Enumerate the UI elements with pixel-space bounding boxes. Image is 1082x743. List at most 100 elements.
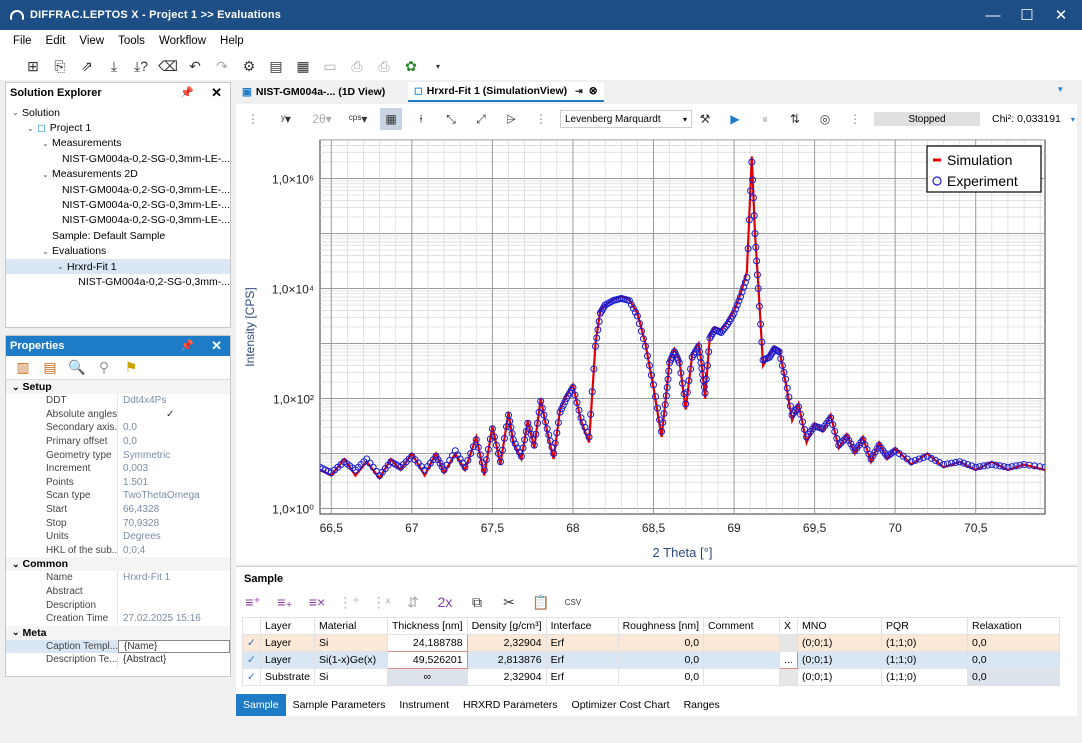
cut-icon[interactable]: ✂	[498, 591, 520, 613]
y-scale-icon[interactable]: ʸ▾	[272, 108, 300, 130]
comment-cell[interactable]	[703, 668, 781, 686]
property-category[interactable]: ⌄ Common	[6, 557, 230, 572]
close-tab-icon[interactable]: ⊗	[589, 85, 598, 97]
material-cell[interactable]: Si	[313, 668, 388, 686]
tree-item[interactable]: ⌄ Measurements 2D	[6, 167, 230, 182]
alphabetical-icon[interactable]: ▤	[39, 357, 61, 379]
layer-type-cell[interactable]: Layer	[260, 634, 315, 652]
chevron-icon[interactable]: ⌄	[57, 262, 67, 271]
property-row[interactable]: Description Te... {Abstract}	[6, 653, 230, 667]
minimize-button[interactable]: —	[976, 0, 1010, 30]
property-row[interactable]: Description	[6, 598, 230, 612]
cps-icon[interactable]: ᶜᵖˢ▾	[344, 108, 372, 130]
dropdown-icon[interactable]: ▾	[427, 55, 449, 77]
undo-icon[interactable]: ↶	[184, 55, 206, 77]
target-icon[interactable]: ◎	[814, 108, 836, 130]
column-header[interactable]: MNO	[797, 617, 883, 635]
redo-icon[interactable]: ↷	[211, 55, 233, 77]
property-row[interactable]: Geometry type Symmetric	[6, 448, 230, 462]
tab-simulation-view[interactable]: ◻ Hrxrd-Fit 1 (SimulationView) ⇥ ⊗	[408, 82, 604, 102]
optimizer-select[interactable]: Levenberg Marquardt ▾	[560, 110, 692, 128]
chevron-icon[interactable]: ⌄	[12, 108, 22, 117]
new-icon[interactable]: ⊞	[22, 55, 44, 77]
eraser-icon[interactable]: ⌫	[157, 55, 179, 77]
close-panel-button[interactable]: ✕	[211, 338, 222, 354]
property-row[interactable]: Scan type TwoThetaOmega	[6, 489, 230, 503]
tab-sample-parameters[interactable]: Sample Parameters	[286, 694, 393, 716]
property-category[interactable]: ⌄ Meta	[6, 625, 230, 640]
property-value[interactable]: {Name}	[118, 639, 230, 654]
thickness-cell[interactable]: 24,188788	[386, 634, 468, 652]
menu-file[interactable]: File	[6, 35, 39, 47]
search-icon[interactable]: 🔍	[66, 357, 88, 379]
property-row[interactable]: HKL of the sub... 0;0;4	[6, 543, 230, 558]
column-header[interactable]: Relaxation	[967, 617, 1061, 635]
menu-view[interactable]: View	[72, 35, 111, 47]
material-cell[interactable]: Si	[313, 634, 388, 652]
property-value[interactable]: Degrees	[118, 530, 230, 544]
database-icon[interactable]: ▤	[265, 55, 287, 77]
layer-checkbox[interactable]: ✓	[242, 634, 261, 652]
interface-cell[interactable]: Erf	[545, 668, 619, 686]
chevron-icon[interactable]: ⌄	[42, 139, 52, 148]
tree-item[interactable]: NIST-GM004a-0,2-SG-0,3mm-LE-...	[6, 197, 230, 212]
property-value[interactable]: 1.501	[118, 476, 230, 490]
layer-type-cell[interactable]: Substrate	[260, 668, 315, 686]
layer-type-cell[interactable]: Layer	[260, 651, 315, 669]
property-value[interactable]: 27.02.2025 15:16	[118, 612, 230, 626]
mno-cell[interactable]: (0;0;1)	[797, 668, 883, 686]
duplicate-2x-icon[interactable]: 2x	[434, 591, 456, 613]
property-value[interactable]: ✓	[118, 408, 230, 422]
property-row[interactable]: Stop 70,9328	[6, 516, 230, 530]
property-value[interactable]: Hrxrd-Fit 1	[118, 571, 230, 585]
property-row[interactable]: Name Hrxrd-Fit 1	[6, 571, 230, 585]
tree-item[interactable]: ⌄ Solution	[6, 105, 230, 120]
property-value[interactable]: 70,9328	[118, 516, 230, 530]
import-icon[interactable]: ⎘	[49, 55, 71, 77]
grid-icon[interactable]: ▦	[380, 108, 402, 130]
relaxation-cell[interactable]: 0,0	[967, 634, 1061, 652]
property-value[interactable]: 0;0;4	[118, 544, 230, 558]
column-header[interactable]: PQR	[881, 617, 969, 635]
mno-cell[interactable]: (0;0;1)	[797, 651, 883, 669]
interface-cell[interactable]: Erf	[545, 634, 619, 652]
column-header[interactable]: Comment	[703, 617, 781, 635]
tree-item[interactable]: NIST-GM004a-0,2-SG-0,3mm-LE-...	[6, 213, 230, 228]
layer-checkbox[interactable]: ✓	[242, 651, 261, 669]
property-value[interactable]: 66,4328	[118, 503, 230, 517]
chevron-icon[interactable]: ⌄	[42, 170, 52, 179]
chevron-icon[interactable]: ⌄	[27, 124, 37, 133]
chevron-down-icon[interactable]: ▾	[1071, 115, 1075, 124]
property-value[interactable]	[118, 585, 230, 599]
baseline-icon[interactable]: ⩥	[500, 108, 522, 130]
print-setup-icon[interactable]: ⎙	[373, 55, 395, 77]
property-row[interactable]: Absolute angles ✓	[6, 407, 230, 422]
tree-item[interactable]: ⌄ Measurements	[6, 136, 230, 151]
column-header[interactable]: Material	[313, 617, 388, 635]
chevron-icon[interactable]: ⌄	[12, 627, 20, 638]
pin-property-icon[interactable]: ⚑	[120, 357, 142, 379]
roughness-cell[interactable]: 0,0	[617, 651, 705, 669]
tab-hrxrd-parameters[interactable]: HRXRD Parameters	[456, 694, 565, 716]
property-row[interactable]: Caption Templ... {Name}	[6, 639, 230, 654]
menu-help[interactable]: Help	[213, 35, 251, 47]
cursor-icon[interactable]: ⍿	[410, 108, 432, 130]
roughness-cell[interactable]: 0,0	[617, 668, 705, 686]
table-row[interactable]: ✓ Layer Si(1-x)Ge(x) 49,526201 2,813876 Erf 0,…	[242, 651, 1061, 669]
pin-icon[interactable]: 📌	[180, 86, 194, 99]
column-header[interactable]: Thickness [nm]	[386, 617, 468, 635]
tab-ranges[interactable]: Ranges	[677, 694, 727, 716]
close-window-button[interactable]: ✕	[1044, 0, 1078, 30]
density-cell[interactable]: 2,813876	[466, 651, 547, 669]
interface-cell[interactable]: Erf	[545, 651, 619, 669]
pqr-cell[interactable]: (1;1;0)	[881, 651, 969, 669]
add-sublayer-icon[interactable]: ⋮⁺	[338, 591, 360, 613]
tree-item[interactable]: Sample: Default Sample	[6, 228, 230, 243]
filter-icon[interactable]: ⚲	[93, 357, 115, 379]
mno-cell[interactable]: (0;0;1)	[797, 634, 883, 652]
tab-1d-view[interactable]: ▣ NIST-GM004a-... (1D View)	[236, 82, 406, 102]
xrd-chart[interactable]: 66,5 67 67,5 68 68,5 69 69,5 70 70,5 1,0×10⁰ 1,0×1…	[236, 134, 1077, 564]
plugin-icon[interactable]: ✿	[400, 55, 422, 77]
property-value[interactable]: Ddt4x4Ps	[118, 394, 230, 408]
density-cell[interactable]: 2,32904	[466, 668, 547, 686]
